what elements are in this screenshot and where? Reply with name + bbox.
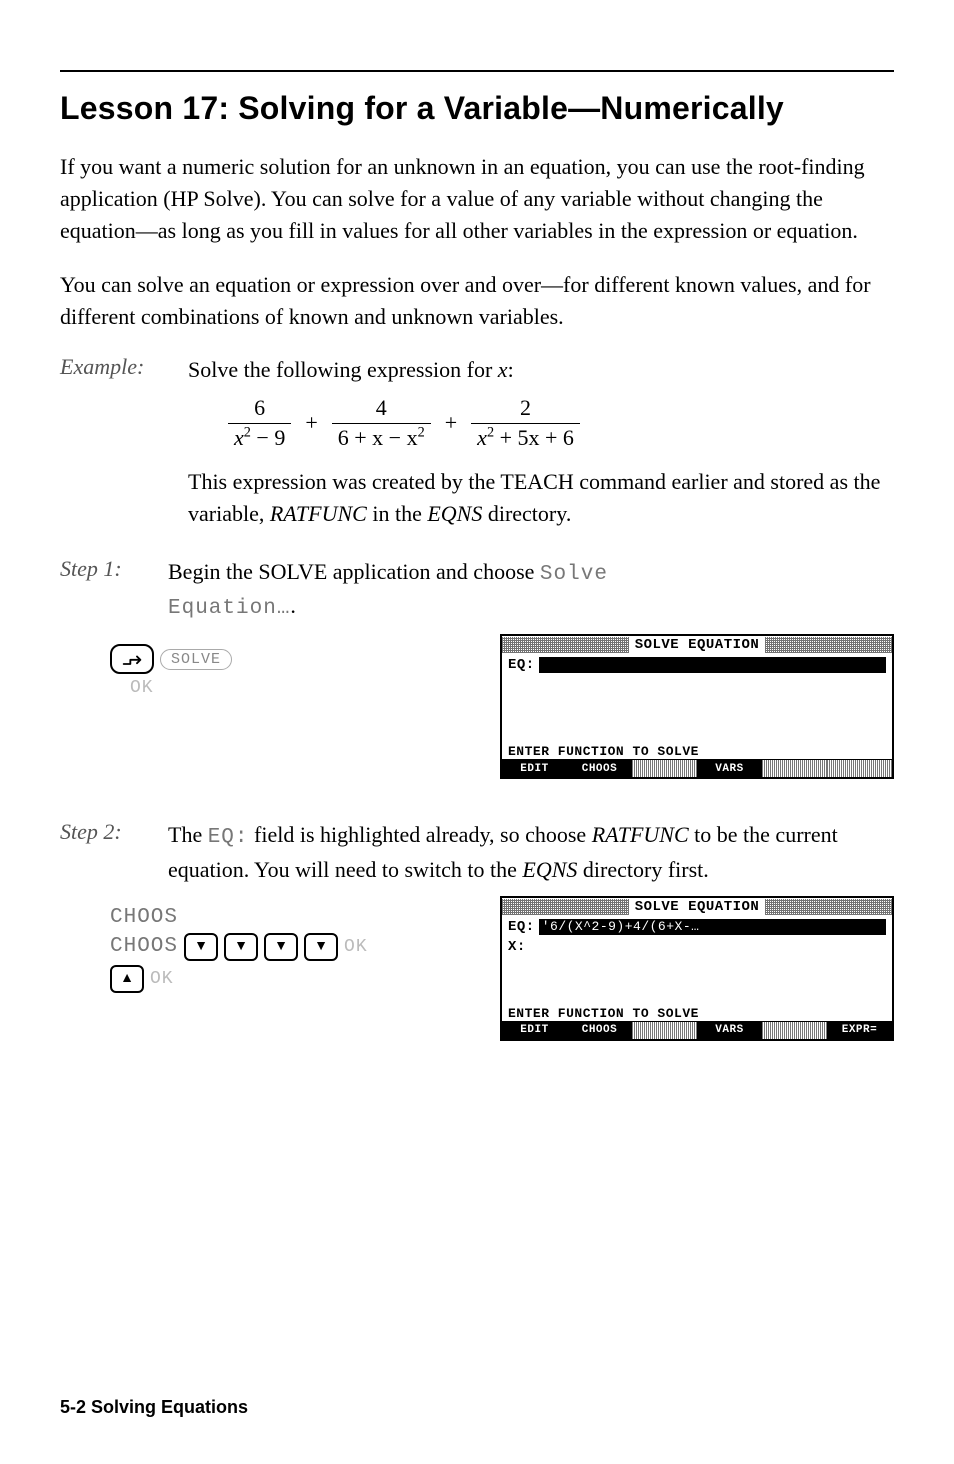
eqns: EQNS [427,501,482,526]
page-footer: 5-2 Solving Equations [60,1397,248,1418]
plus-1: + [305,407,317,439]
f3-den-b: + 5x + 6 [494,425,574,450]
step1-label: Step 1: [60,556,150,625]
f2-den: 6 + x − x [338,425,418,450]
example-label: Example: [60,354,170,529]
step2-text-b: field is highlighted already, so choose [249,822,592,847]
titlebar2-hatch-right [765,899,892,915]
screen1-eq-value [539,657,886,673]
screen2-menu-edit: EDIT [502,1021,567,1039]
step1-text-a: Begin the SOLVE application and choose [168,559,540,584]
example-after-b: in the [367,501,428,526]
lesson-title: Lesson 17: Solving for a Variable—Numeri… [60,90,894,127]
titlebar-hatch-right [765,637,892,653]
screen2-title: SOLVE EQUATION [629,899,766,915]
ok-softkey: OK [110,678,154,698]
screen1-title: SOLVE EQUATION [629,637,766,653]
step1-text-c: . [290,593,296,618]
f1-num: 6 [248,396,271,422]
titlebar-hatch-left [502,637,629,653]
down-arrow-key-1: ▼ [184,933,218,961]
titlebar2-hatch-left [502,899,629,915]
f1-den-b: − 9 [251,425,285,450]
step1-keys: SOLVE OK [60,634,470,702]
step2-ital: RATFUNC [592,822,689,847]
screen1-menu-choos: CHOOS [567,759,632,777]
screen2-menu-blank2 [762,1021,827,1039]
screen1-menu-edit: EDIT [502,759,567,777]
step1-lcd-b: Equation… [168,597,290,620]
choos-soft-1: CHOOS [110,906,178,929]
calc-screen-1: SOLVE EQUATION EQ: ENTER FUNCTION TO SOL… [500,634,894,779]
screen2-eq-value: '6/(X^2-9)+4/(6+X-… [539,919,886,935]
screen2-prompt: ENTER FUNCTION TO SOLVE [502,1006,892,1021]
step2-label: Step 2: [60,819,150,885]
step1-content: Begin the SOLVE application and choose S… [168,556,894,625]
down-arrow-key-3: ▼ [264,933,298,961]
screen1-menu-blank3 [827,759,892,777]
screen1-menu-blank1 [632,759,697,777]
f3-num: 2 [514,396,537,422]
example-content: Solve the following expression for x: 6 … [188,354,894,529]
down-arrow-key-2: ▼ [224,933,258,961]
example-intro-a: Solve the following expression for [188,357,498,382]
example-var: x [498,357,508,382]
plus-2: + [445,407,457,439]
step2-keys: CHOOS CHOOS ▼ ▼ ▼ ▼ OK ▲ OK [60,896,470,997]
f2-num: 4 [370,396,393,422]
step1-lcd-a: Solve [540,563,608,586]
step2-ital2: EQNS [522,857,577,882]
screen1-menu-vars: VARS [697,759,762,777]
solve-key: SOLVE [160,649,232,670]
example-intro-b: : [508,357,514,382]
example-after-c: directory. [482,501,571,526]
top-rule [60,70,894,72]
f1-den-x: x [234,425,244,450]
calc-screen-2: SOLVE EQUATION EQ: '6/(X^2-9)+4/(6+X-… X… [500,896,894,1041]
step2-text-a: The [168,822,208,847]
screen1-menubar: EDIT CHOOS VARS [502,759,892,777]
down-arrow-key-4: ▼ [304,933,338,961]
screen2-x-label: X: [508,939,526,955]
intro-para-2: You can solve an equation or expression … [60,269,894,333]
intro-para-1: If you want a numeric solution for an un… [60,151,894,247]
ok-soft-2: OK [150,969,174,989]
screen1-eq-label: EQ: [508,656,535,674]
math-expression: 6 x2 − 9 + 4 6 + x − x2 + 2 x2 + 5x + 6 [228,396,894,449]
choos-soft-2: CHOOS [110,935,178,958]
screen1-prompt: ENTER FUNCTION TO SOLVE [502,744,892,759]
up-arrow-key: ▲ [110,965,144,993]
screen1-menu-blank2 [762,759,827,777]
screen2-eq-label: EQ: [508,918,535,936]
ratfunc: RATFUNC [270,501,367,526]
screen2-menu-blank1 [632,1021,697,1039]
step2-lcd: EQ: [208,826,249,849]
right-shift-key [110,644,154,674]
screen2-menu-expr: EXPR= [827,1021,892,1039]
step2-content: The EQ: field is highlighted already, so… [168,819,894,885]
f3-den-x: x [477,425,487,450]
screen2-menu-vars: VARS [697,1021,762,1039]
screen2-menubar: EDIT CHOOS VARS EXPR= [502,1021,892,1039]
step2-text-d: directory first. [577,857,708,882]
screen2-menu-choos: CHOOS [567,1021,632,1039]
ok-soft-1: OK [344,937,368,957]
